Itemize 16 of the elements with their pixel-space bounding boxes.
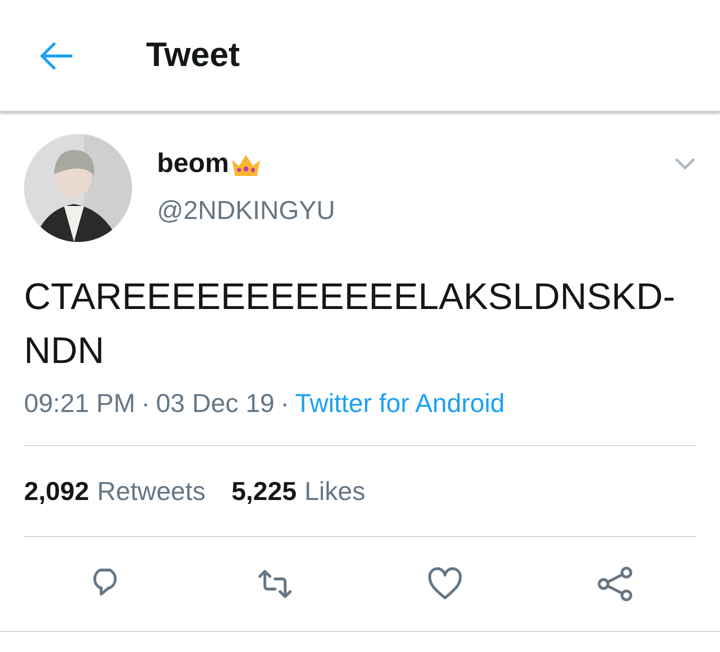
back-arrow-icon [39, 40, 73, 70]
stat-count: 5,225 [231, 476, 297, 506]
tweet-time: 09:21 PM [24, 388, 136, 419]
share-icon [596, 565, 634, 603]
share-button[interactable] [596, 565, 634, 603]
stat-label: Retweets [97, 476, 206, 506]
stat-label: Likes [304, 476, 366, 506]
separator-dot: · [141, 388, 150, 419]
source-link[interactable]: Twitter for Android [295, 388, 505, 419]
tweet-date: 03 Dec 19 [156, 388, 274, 419]
display-name: beom [157, 148, 230, 179]
user-handle: @2NDKINGYU [157, 195, 336, 226]
stat-count: 2,092 [24, 476, 90, 506]
separator-dot: · [280, 388, 290, 419]
tweet-text: CTAREEEEEEEEEEEELAKSLDNSKD-NDN [24, 275, 676, 373]
page-title: Tweet [146, 36, 240, 75]
